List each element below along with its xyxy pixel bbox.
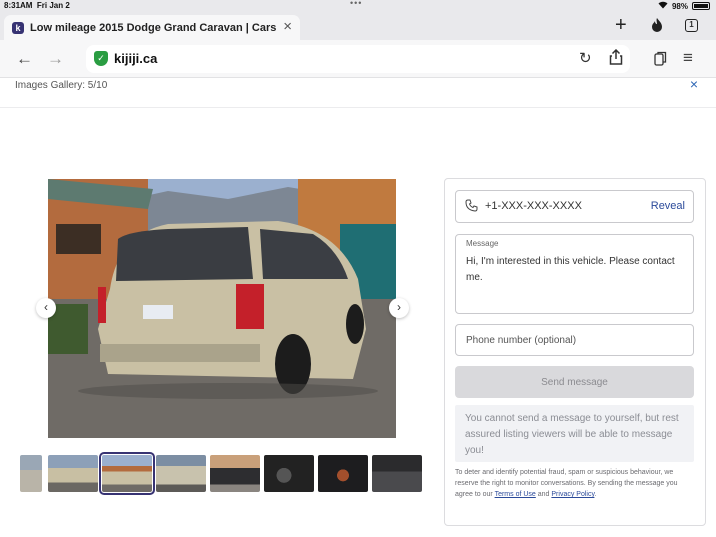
thumbnail[interactable] <box>156 455 206 492</box>
share-icon[interactable] <box>609 48 623 69</box>
disclaimer-and: and <box>535 491 552 498</box>
gallery-title: Images Gallery: 5/10 <box>15 80 108 91</box>
close-tab-icon[interactable]: × <box>283 18 292 35</box>
forward-arrow-icon[interactable]: → <box>47 49 64 69</box>
next-image-button[interactable]: › <box>389 298 409 318</box>
address-bar[interactable]: ✓ kijiji.ca ↻ <box>86 45 630 73</box>
reveal-phone-button[interactable]: Reveal <box>651 200 685 212</box>
minivan-photo <box>48 179 396 438</box>
phone-number-input[interactable] <box>455 324 694 356</box>
url-text[interactable]: kijiji.ca <box>114 51 157 66</box>
contact-seller-panel: +1-XXX-XXX-XXXX Reveal Message Hi, I'm i… <box>444 178 706 526</box>
thumbnail[interactable] <box>210 455 260 492</box>
self-message-notice: You cannot send a message to yourself, b… <box>455 405 694 462</box>
message-label: Message <box>466 239 499 248</box>
fraud-disclaimer: To deter and identify potential fraud, s… <box>455 467 697 500</box>
message-textarea[interactable]: Message Hi, I'm interested in this vehic… <box>455 234 694 314</box>
status-indicators: 98% <box>658 1 710 11</box>
status-bar: 8:31AM Fri Jan 2 ••• 98% <box>0 0 716 12</box>
flame-icon[interactable] <box>650 17 664 37</box>
back-arrow-icon[interactable]: ← <box>16 49 33 69</box>
battery-percent: 98% <box>671 1 688 11</box>
phone-reveal-row: +1-XXX-XXX-XXXX Reveal <box>455 190 694 223</box>
gallery-header: Images Gallery: 5/10 × <box>0 76 716 108</box>
thumbnail-selected[interactable] <box>99 452 155 495</box>
masked-phone-number: +1-XXX-XXX-XXXX <box>485 200 582 212</box>
secure-shield-icon: ✓ <box>94 51 108 66</box>
battery-icon <box>692 2 710 10</box>
disclaimer-end: . <box>594 491 597 498</box>
hamburger-menu-icon[interactable]: ≡ <box>683 48 693 68</box>
send-message-button[interactable]: Send message <box>455 366 694 398</box>
close-gallery-icon[interactable]: × <box>690 76 698 92</box>
navigation-bar: ← → ✓ kijiji.ca ↻ ≡ <box>0 40 716 78</box>
previous-image-button[interactable]: ‹ <box>36 298 56 318</box>
reload-icon[interactable]: ↻ <box>579 49 592 67</box>
message-text[interactable]: Hi, I'm interested in this vehicle. Plea… <box>466 254 688 286</box>
browser-tab[interactable]: k Low mileage 2015 Dodge Grand Caravan |… <box>4 15 300 40</box>
thumbnail[interactable] <box>20 455 42 492</box>
wifi-icon <box>658 1 668 11</box>
thumbnail[interactable] <box>264 455 314 492</box>
status-time: 8:31AM Fri Jan 2 <box>4 1 70 10</box>
kijiji-favicon: k <box>12 22 24 34</box>
phone-icon <box>465 199 478 215</box>
tab-count-button[interactable]: 1 <box>685 19 698 32</box>
copy-icon[interactable] <box>654 51 667 71</box>
tab-bar: k Low mileage 2015 Dodge Grand Caravan |… <box>0 12 716 40</box>
privacy-policy-link[interactable]: Privacy Policy <box>551 491 594 498</box>
thumbnail[interactable] <box>372 455 422 492</box>
multitask-dots[interactable]: ••• <box>350 0 362 8</box>
plus-icon[interactable]: + <box>615 14 627 37</box>
thumbnail[interactable] <box>318 455 368 492</box>
thumbnail[interactable] <box>48 455 98 492</box>
tab-title: Low mileage 2015 Dodge Grand Caravan | C… <box>30 22 280 34</box>
main-vehicle-image[interactable] <box>48 179 396 438</box>
terms-of-use-link[interactable]: Terms of Use <box>495 491 536 498</box>
